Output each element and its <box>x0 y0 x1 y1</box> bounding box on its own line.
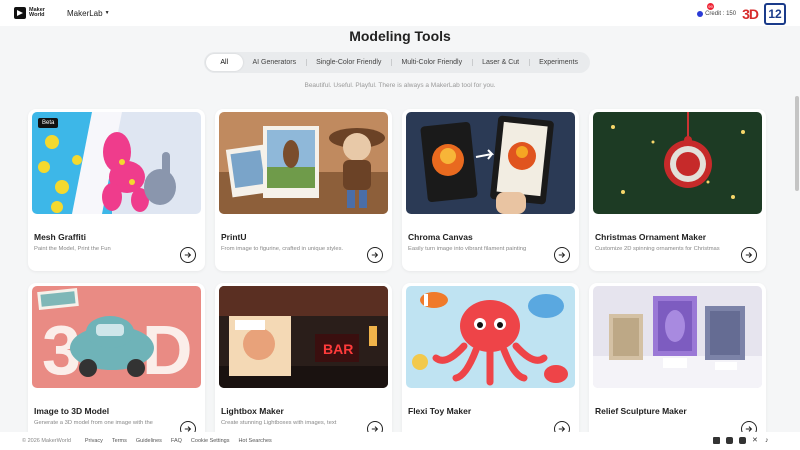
tab-single-color-friendly[interactable]: Single-Color Friendly <box>306 54 391 71</box>
tool-card-lightbox-maker[interactable]: BAR Lightbox Maker Create stunning Light… <box>215 283 392 445</box>
mesh-graffiti-image: Beta <box>32 112 201 214</box>
x-icon[interactable]: ✕ <box>752 437 759 444</box>
tab-multi-color-friendly[interactable]: Multi-Color Friendly <box>391 54 472 71</box>
arrow-right-icon <box>558 252 566 258</box>
open-tool-button[interactable] <box>180 247 196 263</box>
beta-badge: Beta <box>38 118 59 128</box>
relief-image <box>593 286 762 388</box>
arrow-right-icon <box>745 252 753 258</box>
credit-label: Credit : 150 <box>705 11 737 17</box>
facebook-icon[interactable] <box>713 437 720 444</box>
tool-card-title: Lightbox Maker <box>221 406 284 416</box>
tool-card-chroma-canvas[interactable]: Chroma Canvas Easily turn image into vib… <box>402 109 579 271</box>
logo-icon <box>14 7 26 19</box>
arrow-right-icon <box>184 252 192 258</box>
tool-card-description: Create stunning Lightboxes with images, … <box>221 420 337 426</box>
tool-card-printu[interactable]: PrintU From image to figurine, crafted i… <box>215 109 392 271</box>
tool-card-title: Image to 3D Model <box>34 406 110 416</box>
footer-link-faq[interactable]: FAQ <box>171 438 182 444</box>
lightbox-image: BAR <box>219 286 388 388</box>
user-avatar[interactable]: 12 <box>764 3 786 25</box>
footer-link-cookie-settings[interactable]: Cookie Settings <box>191 438 230 444</box>
footer-link-privacy[interactable]: Privacy <box>85 438 103 444</box>
image-to-3d-image: 3 D <box>32 286 201 388</box>
footer-link-hot-searches[interactable]: Hot Searches <box>238 438 271 444</box>
tool-card-description: Customize 2D spinning ornaments for Chri… <box>595 246 720 252</box>
scrollbar-thumb[interactable] <box>795 96 799 191</box>
tab-experiments[interactable]: Experiments <box>529 54 588 71</box>
tiktok-icon[interactable]: ♪ <box>765 437 772 444</box>
footer-link-terms[interactable]: Terms <box>112 438 127 444</box>
tool-card-mesh-graffiti[interactable]: Beta Mesh Graffiti Paint the Model, Prin… <box>28 109 205 271</box>
logo-text: Maker World <box>29 6 45 18</box>
tool-card-christmas-ornament-maker[interactable]: Christmas Ornament Maker Customize 2D sp… <box>589 109 766 271</box>
tool-card-description: Paint the Model, Print the Fun <box>34 246 111 252</box>
tool-card-title: Flexi Toy Maker <box>408 406 472 416</box>
tool-card-image-to-3d-model[interactable]: 3 D Image to 3D Model Generate a 3D mode… <box>28 283 205 445</box>
chroma-canvas-image <box>406 112 575 214</box>
copyright-text: © 2026 MakerWorld <box>22 438 71 444</box>
credit-display[interactable]: Credit : 150 <box>697 11 736 17</box>
page-scrollbar[interactable] <box>794 26 800 432</box>
page-footer: © 2026 MakerWorld Privacy Terms Guidelin… <box>0 432 800 450</box>
ornament-image <box>593 112 762 214</box>
instagram-icon[interactable] <box>726 437 733 444</box>
tool-card-description: From image to figurine, crafted in uniqu… <box>221 246 344 252</box>
tool-card-title: Relief Sculpture Maker <box>595 406 687 416</box>
app-switcher-dropdown[interactable]: MakerLab ▼ <box>67 9 110 18</box>
tool-card-description: Generate a 3D model from one image with … <box>34 420 153 426</box>
credit-coin-icon <box>697 11 704 17</box>
open-tool-button[interactable] <box>554 247 570 263</box>
tool-card-title: Mesh Graffiti <box>34 232 86 242</box>
category-tabs: All AI Generators Single-Color Friendly … <box>204 52 590 73</box>
tool-card-relief-sculpture-maker[interactable]: Relief Sculpture Maker <box>589 283 766 445</box>
arrow-right-icon <box>371 252 379 258</box>
flexi-toy-image <box>406 286 575 388</box>
tool-card-description: Easily turn image into vibrant filament … <box>408 246 527 252</box>
tab-all[interactable]: All <box>206 54 243 71</box>
printu-image <box>219 112 388 214</box>
open-tool-button[interactable] <box>741 247 757 263</box>
tool-card-title: Chroma Canvas <box>408 232 473 242</box>
youtube-icon[interactable] <box>739 437 746 444</box>
account-area: Credit : 150 3D 12 <box>697 3 786 25</box>
page-title: Modeling Tools <box>349 28 451 44</box>
top-navigation-bar: Maker World MakerLab ▼ 99 Credit : 150 3… <box>0 0 800 26</box>
tab-laser-cut[interactable]: Laser & Cut <box>472 54 529 71</box>
brand-badge: 3D <box>742 6 759 22</box>
caret-down-icon: ▼ <box>104 10 110 16</box>
open-tool-button[interactable] <box>367 247 383 263</box>
tool-card-title: Christmas Ornament Maker <box>595 232 707 242</box>
social-links: ✕ ♪ <box>713 437 772 444</box>
footer-link-guidelines[interactable]: Guidelines <box>136 438 162 444</box>
makerworld-logo[interactable]: Maker World <box>14 7 51 19</box>
tool-card-flexi-toy-maker[interactable]: Flexi Toy Maker <box>402 283 579 445</box>
svg-text:BAR: BAR <box>323 341 353 357</box>
tool-card-title: PrintU <box>221 232 247 242</box>
page-subtitle: Beautiful. Useful. Playful. There is alw… <box>304 82 496 89</box>
app-switcher-label: MakerLab <box>67 8 103 18</box>
tab-ai-generators[interactable]: AI Generators <box>243 54 307 71</box>
